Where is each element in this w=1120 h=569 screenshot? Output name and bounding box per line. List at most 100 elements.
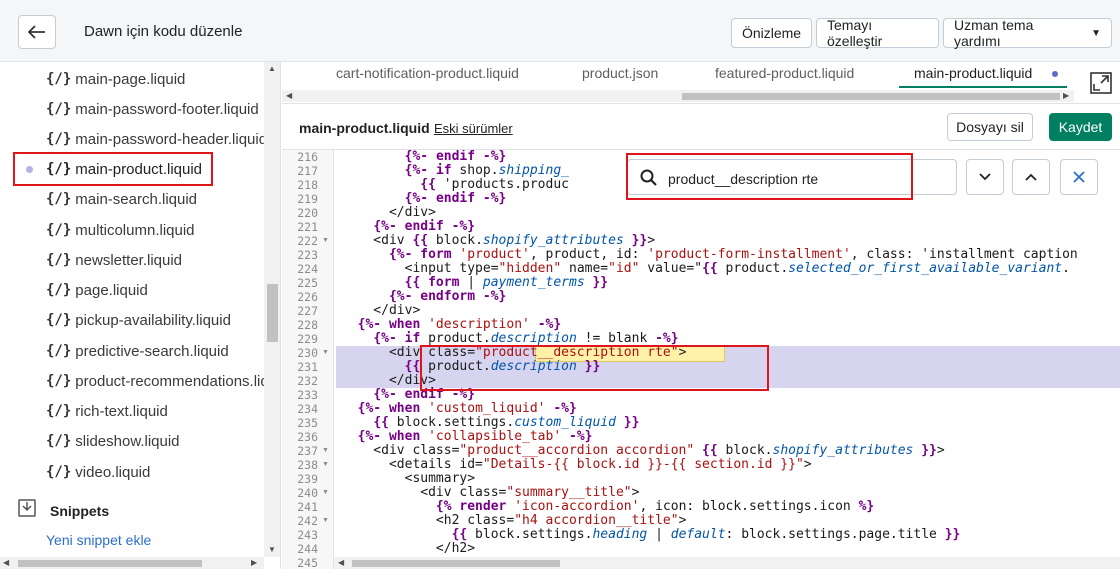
sidebar-file-item[interactable]: {/} product-recommendations.liquid bbox=[46, 370, 280, 392]
code-line: <div {{ block.shopify_attributes }}> bbox=[342, 233, 656, 248]
sidebar-file-item[interactable]: {/} predictive-search.liquid bbox=[46, 340, 229, 362]
unsaved-dot-icon bbox=[1052, 71, 1058, 77]
liquid-file-icon: {/} bbox=[46, 252, 72, 268]
old-versions-link[interactable]: Eski sürümler bbox=[434, 121, 513, 136]
liquid-file-icon: {/} bbox=[46, 343, 72, 359]
sidebar-file-item[interactable]: {/} newsletter.liquid bbox=[46, 249, 182, 271]
code-line: <input type="hidden" name="id" value="{{… bbox=[342, 261, 1070, 276]
fold-toggle-icon[interactable]: ▼ bbox=[322, 458, 329, 472]
tab-cart-notification-product[interactable]: cart-notification-product.liquid bbox=[336, 65, 519, 81]
scroll-thumb[interactable] bbox=[267, 284, 278, 342]
sidebar-file-item[interactable]: {/} video.liquid bbox=[46, 461, 150, 483]
sidebar-file-item[interactable]: {/} slideshow.liquid bbox=[46, 430, 180, 452]
sidebar-file-item[interactable]: {/} main-search.liquid bbox=[46, 188, 197, 210]
editor-header: main-product.liquid Eski sürümler Dosyay… bbox=[282, 104, 1120, 150]
liquid-file-icon: {/} bbox=[46, 433, 72, 449]
chevron-down-icon: ▼ bbox=[1091, 27, 1101, 39]
scroll-right-icon[interactable]: ▶ bbox=[1063, 91, 1069, 100]
sidebar-vertical-scrollbar[interactable]: ▲ ▼ bbox=[264, 62, 280, 557]
code-line: {{ block.settings.custom_liquid }} bbox=[373, 415, 640, 430]
fold-toggle-icon[interactable]: ▼ bbox=[322, 486, 329, 500]
search-next-button[interactable] bbox=[966, 159, 1004, 195]
scroll-right-icon[interactable]: ▶ bbox=[251, 558, 257, 567]
add-snippet-link[interactable]: Yeni snippet ekle bbox=[46, 532, 151, 548]
liquid-file-icon: {/} bbox=[46, 71, 72, 87]
tab-main-product[interactable]: main-product.liquid bbox=[914, 65, 1032, 81]
scroll-left-icon[interactable]: ◀ bbox=[338, 558, 344, 567]
code-line: {{ 'products.produc bbox=[420, 177, 569, 192]
line-number: 223 bbox=[297, 248, 318, 262]
line-number: 221 bbox=[297, 220, 318, 234]
liquid-file-icon: {/} bbox=[46, 131, 72, 147]
fold-toggle-icon[interactable]: ▼ bbox=[322, 444, 329, 458]
scroll-left-icon[interactable]: ◀ bbox=[286, 91, 292, 100]
scroll-thumb[interactable] bbox=[682, 93, 1060, 100]
code-line: </div> bbox=[342, 303, 421, 318]
scroll-left-icon[interactable]: ◀ bbox=[3, 558, 9, 567]
liquid-file-icon: {/} bbox=[46, 403, 72, 419]
annotation-box-search bbox=[626, 153, 913, 200]
tab-product-json[interactable]: product.json bbox=[582, 65, 658, 81]
fold-toggle-icon[interactable]: ▼ bbox=[322, 514, 329, 528]
line-number: 244 bbox=[297, 542, 318, 556]
scroll-thumb[interactable] bbox=[18, 560, 202, 567]
line-number: 226 bbox=[297, 290, 318, 304]
file-label: page.liquid bbox=[75, 281, 148, 299]
expert-help-label: Uzman tema yardımı bbox=[954, 17, 1034, 49]
tab-featured-product[interactable]: featured-product.liquid bbox=[715, 65, 854, 81]
search-previous-button[interactable] bbox=[1012, 159, 1050, 195]
file-label: main-page.liquid bbox=[75, 70, 186, 88]
scroll-up-icon[interactable]: ▲ bbox=[268, 64, 276, 73]
code-line: {%- form 'product', product, id: 'produc… bbox=[388, 247, 1078, 262]
line-number: 231 bbox=[297, 360, 318, 374]
liquid-file-icon: {/} bbox=[46, 191, 72, 207]
sidebar-file-item[interactable]: {/} page.liquid bbox=[46, 279, 148, 301]
sidebar-file-item[interactable]: {/} multicolumn.liquid bbox=[46, 219, 195, 241]
line-number: 222 bbox=[297, 234, 318, 248]
code-line: {%- if product.description != blank -%} bbox=[373, 331, 679, 346]
sidebar-file-item[interactable]: {/} main-page.liquid bbox=[46, 68, 185, 90]
line-number: 216 bbox=[297, 150, 318, 164]
close-icon bbox=[1073, 171, 1085, 183]
code-line: {{ form | payment_terms }} bbox=[404, 275, 609, 290]
file-label: main-password-footer.liquid bbox=[75, 100, 259, 118]
expert-help-dropdown[interactable]: Uzman tema yardımı ▼ bbox=[943, 17, 1112, 49]
customize-theme-button[interactable]: Temayı özelleştir bbox=[816, 17, 939, 49]
sidebar-file-item[interactable]: {/} pickup-availability.liquid bbox=[46, 309, 231, 331]
code-line: </div> bbox=[342, 205, 436, 220]
sidebar-file-item[interactable]: {/} main-password-footer.liquid bbox=[46, 98, 259, 120]
code-line: <div class="summary__title"> bbox=[342, 485, 640, 500]
file-sidebar: {/} main-page.liquid {/} main-password-foo… bbox=[0, 62, 281, 569]
sidebar-file-item[interactable]: {/} rich-text.liquid bbox=[46, 400, 168, 422]
line-number: 237 bbox=[297, 444, 318, 458]
delete-file-button[interactable]: Dosyayı sil bbox=[947, 113, 1033, 141]
line-number: 217 bbox=[297, 164, 318, 178]
preview-button[interactable]: Önizleme bbox=[731, 18, 812, 48]
snippets-heading: Snippets bbox=[50, 503, 110, 519]
customize-label: Temayı özelleştir bbox=[827, 17, 883, 49]
sidebar-horizontal-scrollbar[interactable]: ◀ ▶ bbox=[0, 557, 264, 569]
search-close-button[interactable] bbox=[1060, 159, 1098, 195]
code-horizontal-scrollbar[interactable]: ◀ bbox=[334, 557, 1120, 569]
back-button[interactable] bbox=[18, 15, 56, 49]
code-line: {%- when 'custom_liquid' -%} bbox=[357, 401, 577, 416]
annotation-box-code bbox=[420, 345, 769, 391]
line-number: 229 bbox=[297, 332, 318, 346]
sidebar-file-item[interactable]: {/} main-password-header.liquid bbox=[46, 128, 267, 150]
line-number: 220 bbox=[297, 206, 318, 220]
tabs-horizontal-scrollbar[interactable]: ◀ ▶ bbox=[282, 90, 1074, 102]
code-line: {{ block.settings.heading | default: blo… bbox=[451, 527, 961, 542]
liquid-file-icon: {/} bbox=[46, 282, 72, 298]
scroll-thumb[interactable] bbox=[352, 560, 560, 567]
fold-toggle-icon[interactable]: ▼ bbox=[322, 346, 329, 360]
save-button[interactable]: Kaydet bbox=[1049, 113, 1112, 141]
file-label: pickup-availability.liquid bbox=[75, 311, 231, 329]
folder-download-icon bbox=[18, 499, 36, 517]
expand-icon[interactable] bbox=[1090, 72, 1112, 94]
file-label: main-search.liquid bbox=[75, 190, 198, 208]
line-number: 241 bbox=[297, 500, 318, 514]
liquid-file-icon: {/} bbox=[46, 101, 72, 117]
scroll-down-icon[interactable]: ▼ bbox=[268, 545, 276, 554]
fold-toggle-icon[interactable]: ▼ bbox=[322, 234, 329, 248]
line-number: 219 bbox=[297, 192, 318, 206]
